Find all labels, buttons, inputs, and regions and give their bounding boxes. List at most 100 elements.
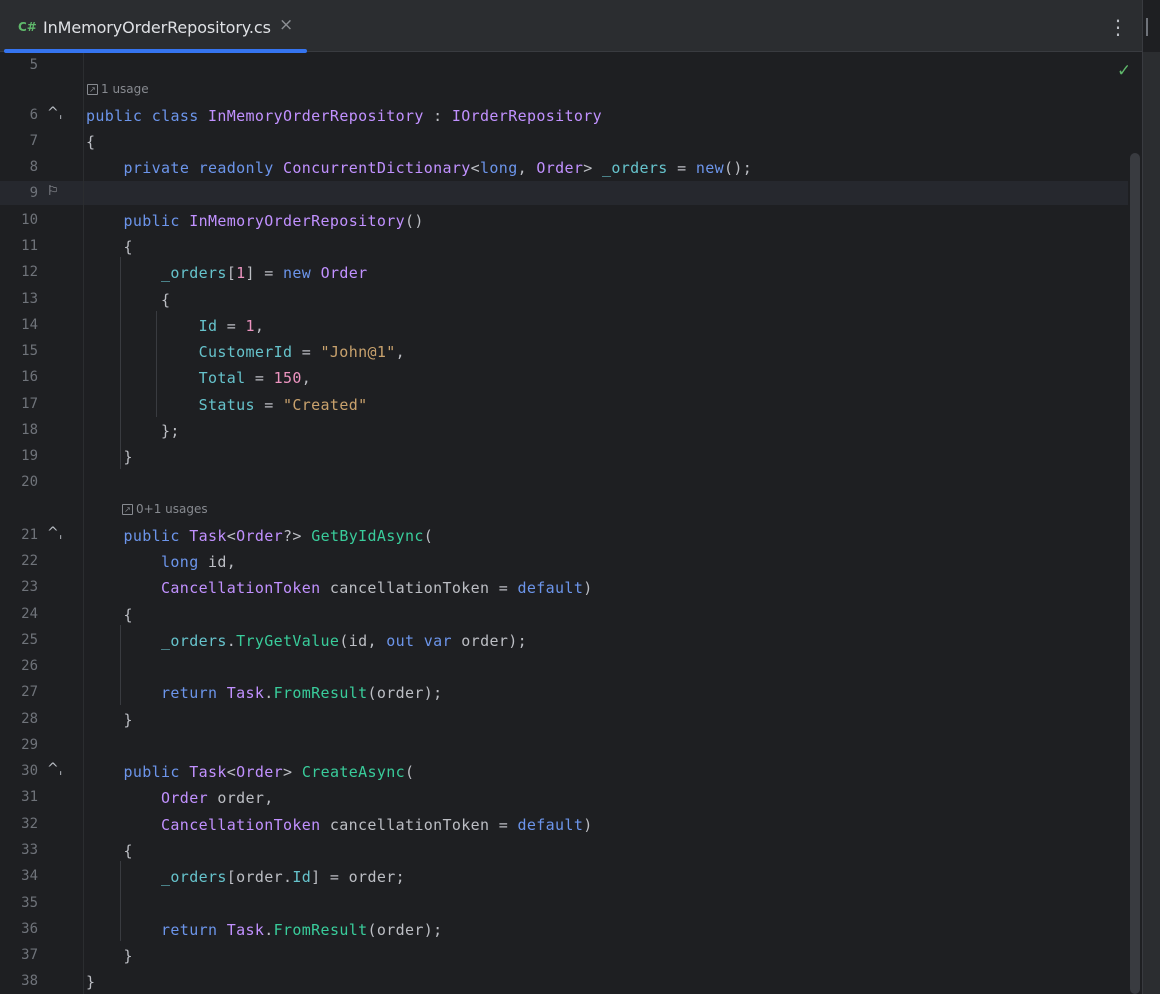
code-text[interactable]: { [86,291,170,309]
line-number[interactable]: 14 [0,317,38,333]
line-number[interactable]: 24 [0,606,38,622]
scrollbar-thumb[interactable] [1130,153,1140,994]
code-text[interactable]: return Task.FromResult(order); [86,684,443,702]
code-text[interactable]: Status = "Created" [86,396,368,414]
code-text[interactable]: } [86,947,133,965]
line-number[interactable]: 22 [0,553,38,569]
code-text[interactable]: public InMemoryOrderRepository() [86,212,424,230]
code-text[interactable]: public Task<Order?> GetByIdAsync( [86,527,433,545]
code-line[interactable]: 15 CustomerId = "John@1", [0,339,1128,365]
method-usage-hint[interactable]: ↗ 0+1 usages [122,502,208,516]
code-text[interactable]: _orders[1] = new Order [86,264,367,282]
code-text[interactable]: return Task.FromResult(order); [86,921,443,939]
code-line[interactable]: 14 Id = 1, [0,313,1128,339]
code-line[interactable]: 20 [0,470,1128,496]
line-number[interactable]: 26 [0,658,38,674]
line-number[interactable]: 5 [0,57,38,73]
class-usage-hint[interactable]: ↗ 1 usage [87,82,149,96]
code-line[interactable]: 34 _orders[order.Id] = order; [0,864,1128,890]
line-number[interactable]: 29 [0,737,38,753]
code-line[interactable]: 17 Status = "Created" [0,392,1128,418]
line-number[interactable]: 31 [0,789,38,805]
code-line[interactable]: 37 } [0,943,1128,969]
line-number[interactable]: 7 [0,133,38,149]
code-line[interactable]: 23 CancellationToken cancellationToken =… [0,575,1128,601]
code-line[interactable]: 18 }; [0,418,1128,444]
up-arrow-icon[interactable]: ^ˌ [47,761,63,777]
code-line[interactable]: 27 return Task.FromResult(order); [0,680,1128,706]
code-text[interactable]: Order order, [86,789,274,807]
line-number[interactable]: 25 [0,632,38,648]
line-number[interactable]: 32 [0,816,38,832]
code-text[interactable]: { [86,606,133,624]
line-number[interactable]: 37 [0,947,38,963]
code-text[interactable]: { [86,842,133,860]
code-text[interactable]: } [86,448,133,466]
line-number[interactable]: 36 [0,921,38,937]
line-number[interactable]: 20 [0,474,38,490]
code-line[interactable]: 26 [0,654,1128,680]
code-line[interactable]: 38} [0,969,1128,994]
line-number[interactable]: 27 [0,684,38,700]
line-number[interactable]: 17 [0,396,38,412]
code-line[interactable]: 24 { [0,602,1128,628]
up-arrow-icon[interactable]: ^ˌ [47,525,63,541]
line-number[interactable]: 23 [0,579,38,595]
lightbulb-icon[interactable]: ⚐ [47,184,59,199]
code-text[interactable]: public Task<Order> CreateAsync( [86,763,415,781]
code-text[interactable]: }; [86,422,180,440]
line-number[interactable]: 13 [0,291,38,307]
line-number[interactable]: 18 [0,422,38,438]
code-line[interactable]: 16 Total = 150, [0,365,1128,391]
code-line[interactable]: 13 { [0,287,1128,313]
code-line[interactable]: 22 long id, [0,549,1128,575]
code-text[interactable]: CancellationToken cancellationToken = de… [86,816,593,834]
code-line[interactable]: 35 [0,891,1128,917]
line-number[interactable]: 28 [0,711,38,727]
tab-inmemoryorderrepository[interactable]: C# InMemoryOrderRepository.cs × [4,0,307,53]
code-line[interactable]: 36 return Task.FromResult(order); [0,917,1128,943]
code-text[interactable]: { [86,238,133,256]
more-options-icon[interactable]: ⋮ [1108,14,1128,40]
code-line[interactable]: 8 private readonly ConcurrentDictionary<… [0,155,1128,181]
code-text[interactable]: CustomerId = "John@1", [86,343,405,361]
line-number[interactable]: 9 [0,185,38,201]
code-text[interactable]: _orders[order.Id] = order; [86,868,405,886]
code-line[interactable]: 30 ^ˌ public Task<Order> CreateAsync( [0,759,1128,785]
code-line[interactable]: 5 [0,53,1128,79]
line-number[interactable]: 30 [0,763,38,779]
code-editor[interactable]: 5 6 ^ˌ public class InMemoryOrderRepository… [0,53,1142,994]
code-line[interactable]: 9 ⚐ [0,181,1128,207]
code-text[interactable]: Id = 1, [86,317,264,335]
line-number[interactable]: 6 [0,107,38,123]
line-number[interactable]: 38 [0,973,38,989]
code-text[interactable]: _orders.TryGetValue(id, out var order); [86,632,527,650]
code-text[interactable]: CancellationToken cancellationToken = de… [86,579,593,597]
code-line[interactable]: 21 ^ˌ public Task<Order?> GetByIdAsync( [0,523,1128,549]
line-number[interactable]: 19 [0,448,38,464]
code-text[interactable]: long id, [86,553,236,571]
code-line[interactable]: 31 Order order, [0,785,1128,811]
code-line[interactable]: 19 } [0,444,1128,470]
code-line[interactable]: 32 CancellationToken cancellationToken =… [0,812,1128,838]
line-number[interactable]: 15 [0,343,38,359]
vertical-scrollbar[interactable] [1128,53,1142,994]
code-line[interactable]: 29 [0,733,1128,759]
code-line[interactable]: 6 ^ˌ public class InMemoryOrderRepository … [0,103,1128,129]
line-number[interactable]: 11 [0,238,38,254]
line-number[interactable]: 33 [0,842,38,858]
code-line[interactable]: 7{ [0,129,1128,155]
code-text[interactable]: } [86,711,133,729]
code-text[interactable]: public class InMemoryOrderRepository : I… [86,107,602,125]
code-line[interactable]: 28 } [0,707,1128,733]
line-number[interactable]: 35 [0,895,38,911]
code-text[interactable]: private readonly ConcurrentDictionary<lo… [86,159,752,177]
code-text[interactable]: } [86,973,95,991]
code-line[interactable]: 12 _orders[1] = new Order [0,260,1128,286]
line-number[interactable]: 34 [0,868,38,884]
code-text[interactable]: { [86,133,95,151]
line-number[interactable]: 8 [0,159,38,175]
line-number[interactable]: 16 [0,369,38,385]
code-line[interactable]: 11 { [0,234,1128,260]
close-icon[interactable]: × [279,15,293,35]
